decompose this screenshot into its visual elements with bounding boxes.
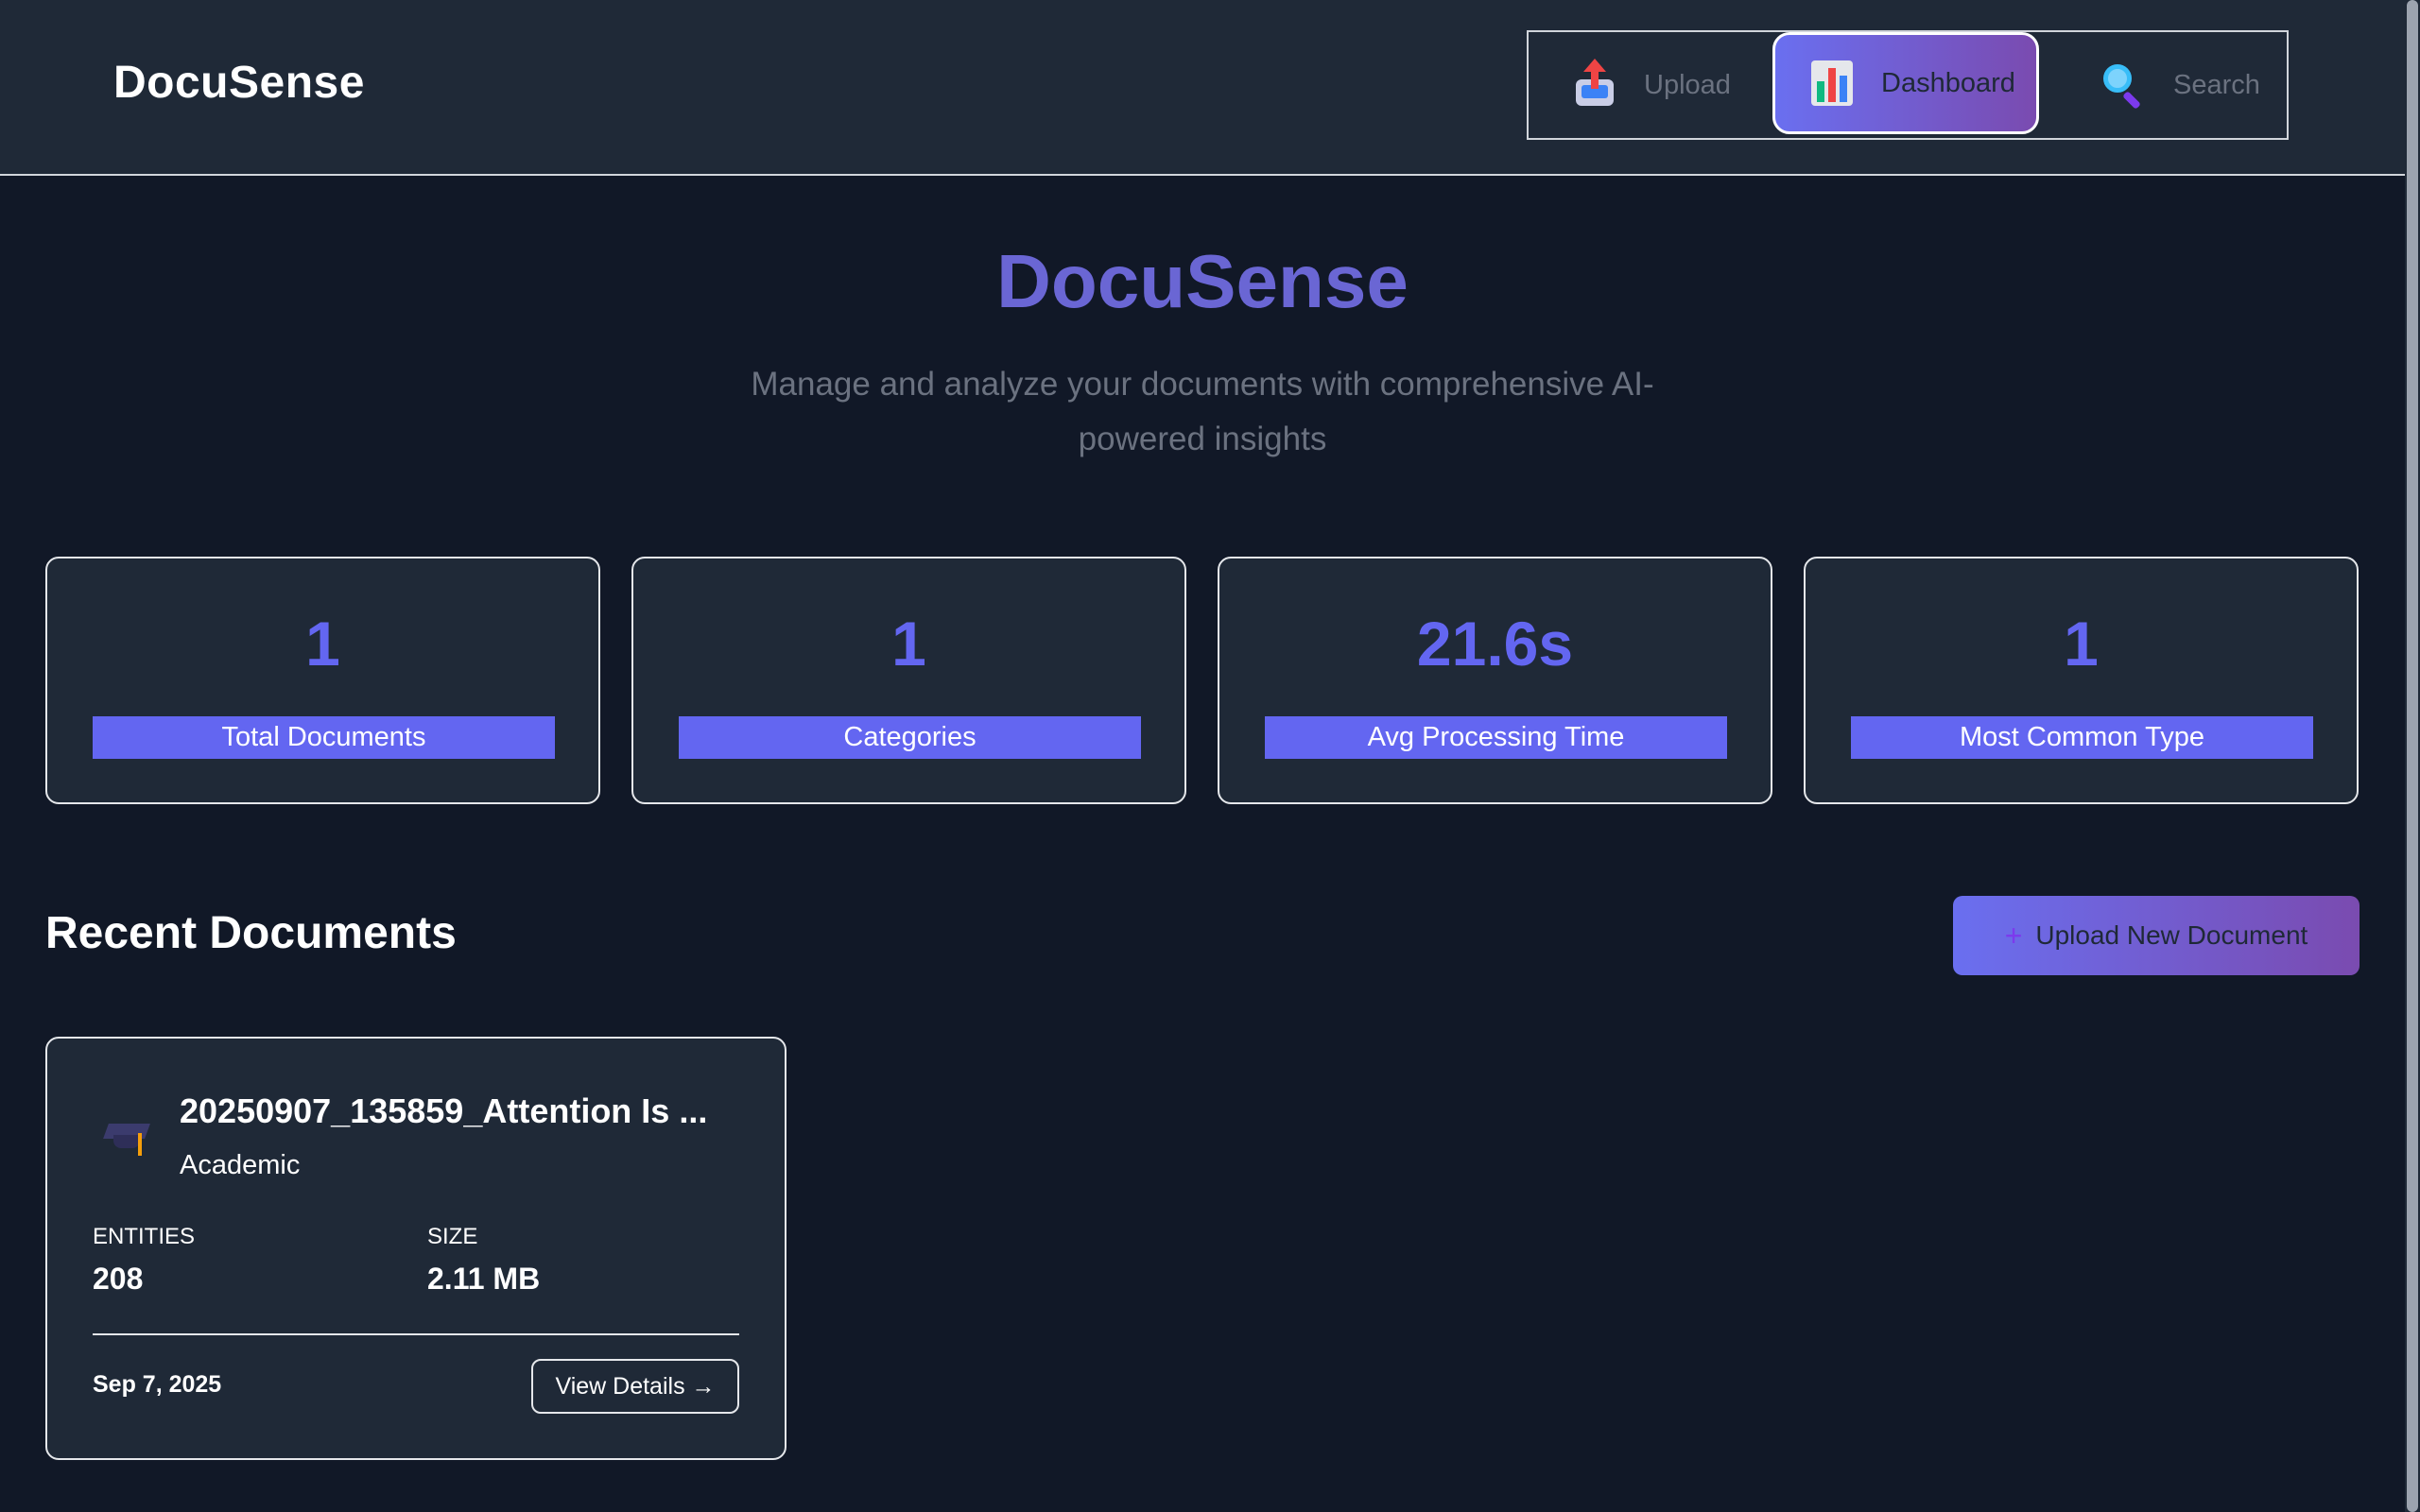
entities-value: 208 <box>93 1262 144 1296</box>
stat-label: Avg Processing Time <box>1265 716 1727 759</box>
stat-value: 1 <box>2064 609 2099 679</box>
nav-upload[interactable]: Upload <box>1572 32 1731 138</box>
upload-icon <box>1572 59 1617 108</box>
stat-label: Most Common Type <box>1851 716 2313 759</box>
stat-label: Categories <box>679 716 1141 759</box>
stat-value: 1 <box>891 609 926 679</box>
stat-card-categories: 1 Categories <box>631 557 1186 804</box>
page-subtitle: Manage and analyze your documents with c… <box>751 366 1654 457</box>
scrollbar-thumb[interactable] <box>2407 0 2418 1512</box>
size-value: 2.11 MB <box>427 1262 541 1296</box>
nav-search[interactable]: Search <box>2101 32 2260 138</box>
document-category: Academic <box>180 1150 301 1180</box>
stat-card-avg-processing-time: 21.6s Avg Processing Time <box>1218 557 1772 804</box>
main-nav: Upload Dashboard Search <box>1527 30 2289 140</box>
brand-logo-text[interactable]: DocuSense <box>113 57 365 109</box>
page-scrollbar[interactable] <box>2405 0 2420 1512</box>
nav-dashboard[interactable]: Dashboard <box>1772 32 2039 134</box>
page-title: DocuSense <box>996 239 1409 323</box>
nav-upload-label: Upload <box>1644 69 1731 100</box>
recent-documents-heading: Recent Documents <box>45 908 457 958</box>
stat-value: 21.6s <box>1416 609 1574 679</box>
entities-label: ENTITIES <box>93 1224 196 1249</box>
plus-icon: + <box>2004 918 2023 953</box>
document-title: 20250907_135859_Attention Is ... <box>180 1091 708 1130</box>
view-details-button[interactable]: View Details → <box>531 1359 739 1414</box>
document-card[interactable]: 20250907_135859_Attention Is ... Academi… <box>45 1037 786 1460</box>
top-header: DocuSense Upload Dashboard Search <box>0 0 2405 176</box>
upload-new-document-label: Upload New Document <box>2035 920 2308 950</box>
nav-search-label: Search <box>2173 69 2260 100</box>
nav-dashboard-label: Dashboard <box>1881 67 2015 98</box>
graduation-cap-icon <box>103 1116 150 1161</box>
bar-chart-icon <box>1809 60 1855 106</box>
stat-card-total-documents: 1 Total Documents <box>45 557 600 804</box>
card-divider <box>93 1333 739 1335</box>
magnifier-icon <box>2101 62 2147 110</box>
stat-value: 1 <box>305 609 340 679</box>
stat-label: Total Documents <box>93 716 555 759</box>
upload-new-document-button[interactable]: + Upload New Document <box>1953 896 2360 975</box>
stat-card-most-common-type: 1 Most Common Type <box>1804 557 2359 804</box>
size-label: SIZE <box>427 1224 478 1249</box>
document-date: Sep 7, 2025 <box>93 1371 222 1398</box>
